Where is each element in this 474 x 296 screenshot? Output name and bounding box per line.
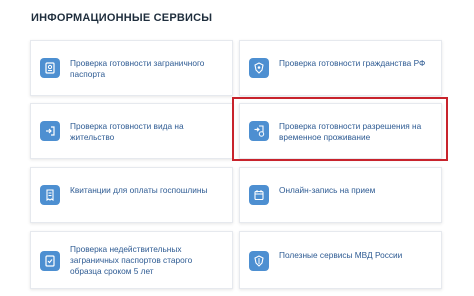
card-label: Проверка готовности заграничного паспорт… xyxy=(70,58,205,79)
card-useful-mvd-services[interactable]: Полезные сервисы МВД России xyxy=(239,231,442,289)
card-label: Проверка готовности разрешения на времен… xyxy=(279,121,422,142)
mvd-emblem-icon xyxy=(249,251,269,271)
card-residence-permit-readiness[interactable]: Проверка готовности вида на жительство xyxy=(30,103,233,159)
calendar-icon xyxy=(249,185,269,205)
emblem-icon xyxy=(249,58,269,78)
receipt-icon xyxy=(40,185,60,205)
card-citizenship-readiness[interactable]: Проверка готовности гражданства РФ xyxy=(239,40,442,96)
passport-check-icon xyxy=(40,251,60,271)
passport-icon xyxy=(40,58,60,78)
card-online-appointment[interactable]: Онлайн-запись на прием xyxy=(239,167,442,223)
enter-clock-icon xyxy=(249,121,269,141)
card-label: Проверка недействительных заграничных па… xyxy=(70,244,193,276)
card-label: Квитанции для оплаты госпошлины xyxy=(70,185,208,195)
enter-icon xyxy=(40,121,60,141)
card-state-fee-receipts[interactable]: Квитанции для оплаты госпошлины xyxy=(30,167,233,223)
card-label: Полезные сервисы МВД России xyxy=(279,250,403,260)
card-label: Онлайн-запись на прием xyxy=(279,185,376,195)
card-temporary-residence-readiness[interactable]: Проверка готовности разрешения на времен… xyxy=(239,103,442,159)
card-passport-readiness[interactable]: Проверка готовности заграничного паспорт… xyxy=(30,40,233,96)
section-title: ИНФОРМАЦИОННЫЕ СЕРВИСЫ xyxy=(31,12,213,24)
card-label: Проверка готовности вида на жительство xyxy=(70,121,184,142)
card-invalid-passports-check[interactable]: Проверка недействительных заграничных па… xyxy=(30,231,233,289)
card-label: Проверка готовности гражданства РФ xyxy=(279,58,426,68)
